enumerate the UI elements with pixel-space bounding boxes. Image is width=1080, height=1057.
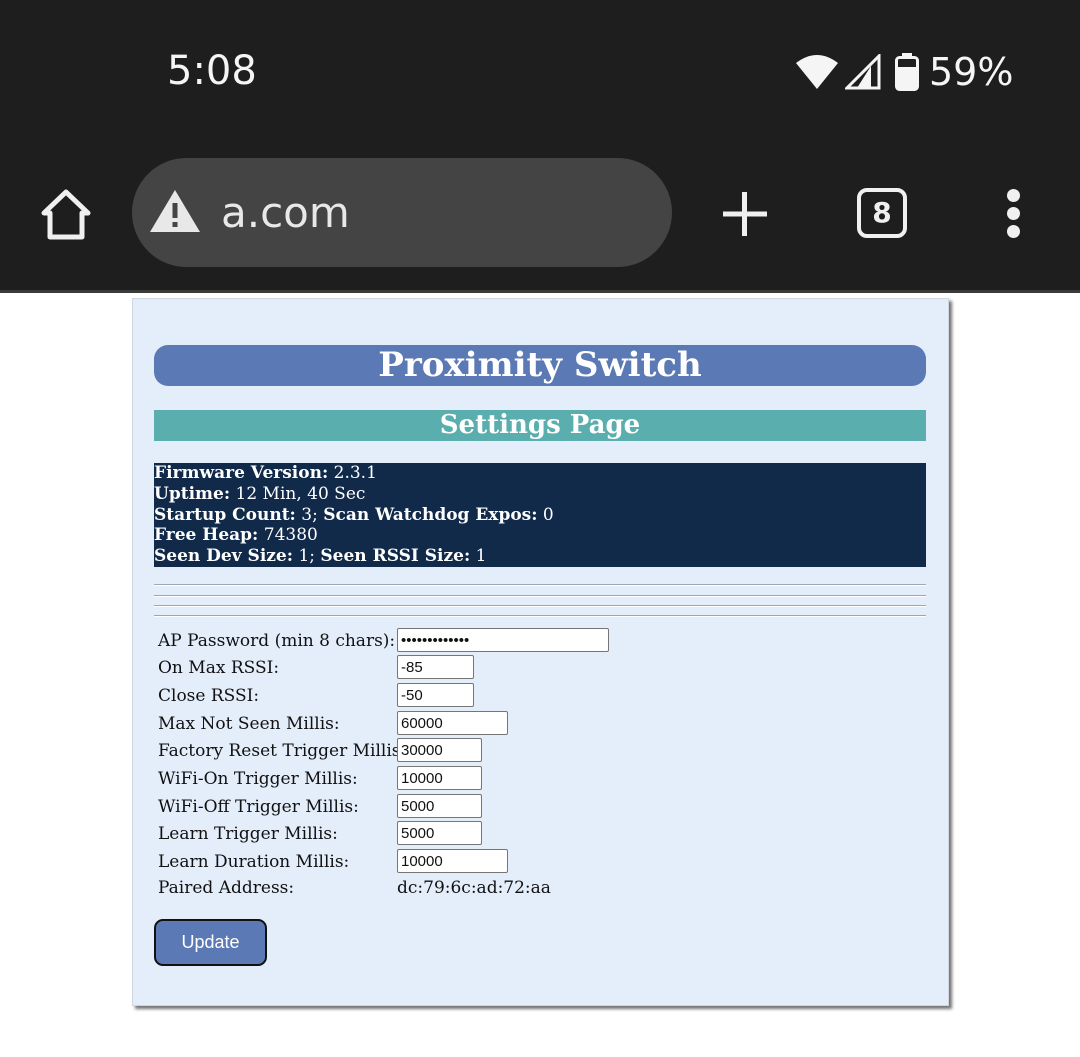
- startup-row: Startup Count: 3; Scan Watchdog Expos: 0: [154, 505, 926, 526]
- heap-label: Free Heap:: [154, 525, 259, 546]
- ap-password-input[interactable]: [397, 628, 609, 652]
- wifi-on-label: WiFi-On Trigger Millis:: [158, 769, 358, 789]
- tab-switcher-button[interactable]: 8: [857, 188, 907, 238]
- seen-rssi-label: Seen RSSI Size:: [320, 546, 471, 567]
- address-bar[interactable]: a.com: [132, 158, 672, 267]
- paired-address-label: Paired Address:: [158, 878, 295, 898]
- heap-value: 74380: [263, 525, 318, 546]
- watchdog-value: 0: [542, 504, 554, 525]
- paired-address-value: dc:79:6c:ad:72:aa: [397, 878, 551, 898]
- max-not-seen-input[interactable]: [397, 711, 508, 735]
- divider: [154, 605, 926, 607]
- seen-dev-value: 1;: [298, 546, 315, 567]
- wifi-icon: [795, 54, 839, 90]
- uptime-value: 12 Min, 40 Sec: [235, 483, 366, 504]
- uptime-row: Uptime: 12 Min, 40 Sec: [154, 484, 926, 505]
- learn-duration-label: Learn Duration Millis:: [158, 852, 350, 872]
- menu-dot: [1007, 207, 1020, 220]
- menu-dot: [1007, 225, 1020, 238]
- factory-reset-input[interactable]: [397, 738, 482, 762]
- wifi-on-input[interactable]: [397, 766, 482, 790]
- update-button[interactable]: Update: [154, 919, 267, 966]
- divider: [154, 584, 926, 586]
- home-icon[interactable]: [36, 185, 96, 245]
- on-max-rssi-input[interactable]: [397, 655, 474, 679]
- max-not-seen-label: Max Not Seen Millis:: [158, 714, 340, 734]
- watchdog-label: Scan Watchdog Expos:: [323, 504, 538, 525]
- on-max-rssi-label: On Max RSSI:: [158, 658, 280, 678]
- battery-percent: 59%: [929, 50, 1014, 94]
- close-rssi-label: Close RSSI:: [158, 686, 260, 706]
- device-info-panel: Firmware Version: 2.3.1 Uptime: 12 Min, …: [154, 463, 926, 567]
- startup-value: 3;: [301, 504, 318, 525]
- battery-icon: [895, 53, 919, 91]
- firmware-label: Firmware Version:: [154, 463, 329, 483]
- divider: [154, 615, 926, 617]
- menu-dot: [1007, 189, 1020, 202]
- toolbar-divider: [0, 290, 1080, 293]
- seen-rssi-value: 1: [475, 546, 487, 567]
- warning-triangle-icon[interactable]: [149, 188, 201, 239]
- startup-label: Startup Count:: [154, 504, 296, 525]
- divider: [154, 595, 926, 597]
- status-time: 5:08: [167, 48, 257, 94]
- new-tab-icon[interactable]: [718, 187, 772, 241]
- uptime-label: Uptime:: [154, 483, 231, 504]
- settings-card: Proximity Switch Settings Page Firmware …: [132, 298, 949, 1006]
- wifi-off-label: WiFi-Off Trigger Millis:: [158, 797, 359, 817]
- browser-toolbar: a.com 8: [0, 145, 1080, 290]
- ap-password-label: AP Password (min 8 chars):: [158, 631, 396, 651]
- firmware-value: 2.3.1: [333, 463, 377, 483]
- seen-size-row: Seen Dev Size: 1; Seen RSSI Size: 1: [154, 546, 926, 567]
- page-subtitle: Settings Page: [154, 410, 926, 441]
- firmware-row: Firmware Version: 2.3.1: [154, 463, 926, 484]
- status-bar: 5:08 59%: [0, 0, 1080, 145]
- wifi-off-input[interactable]: [397, 794, 482, 818]
- learn-duration-input[interactable]: [397, 849, 508, 873]
- heap-row: Free Heap: 74380: [154, 525, 926, 546]
- close-rssi-input[interactable]: [397, 683, 474, 707]
- url-text[interactable]: a.com: [221, 188, 350, 237]
- factory-reset-label: Factory Reset Trigger Millis:: [158, 741, 407, 761]
- more-menu-icon[interactable]: [1000, 189, 1028, 239]
- learn-trigger-label: Learn Trigger Millis:: [158, 824, 338, 844]
- cell-signal-icon: [845, 54, 881, 90]
- status-icons: 59%: [795, 50, 1013, 94]
- learn-trigger-input[interactable]: [397, 821, 482, 845]
- seen-dev-label: Seen Dev Size:: [154, 546, 294, 567]
- page-title: Proximity Switch: [154, 345, 926, 386]
